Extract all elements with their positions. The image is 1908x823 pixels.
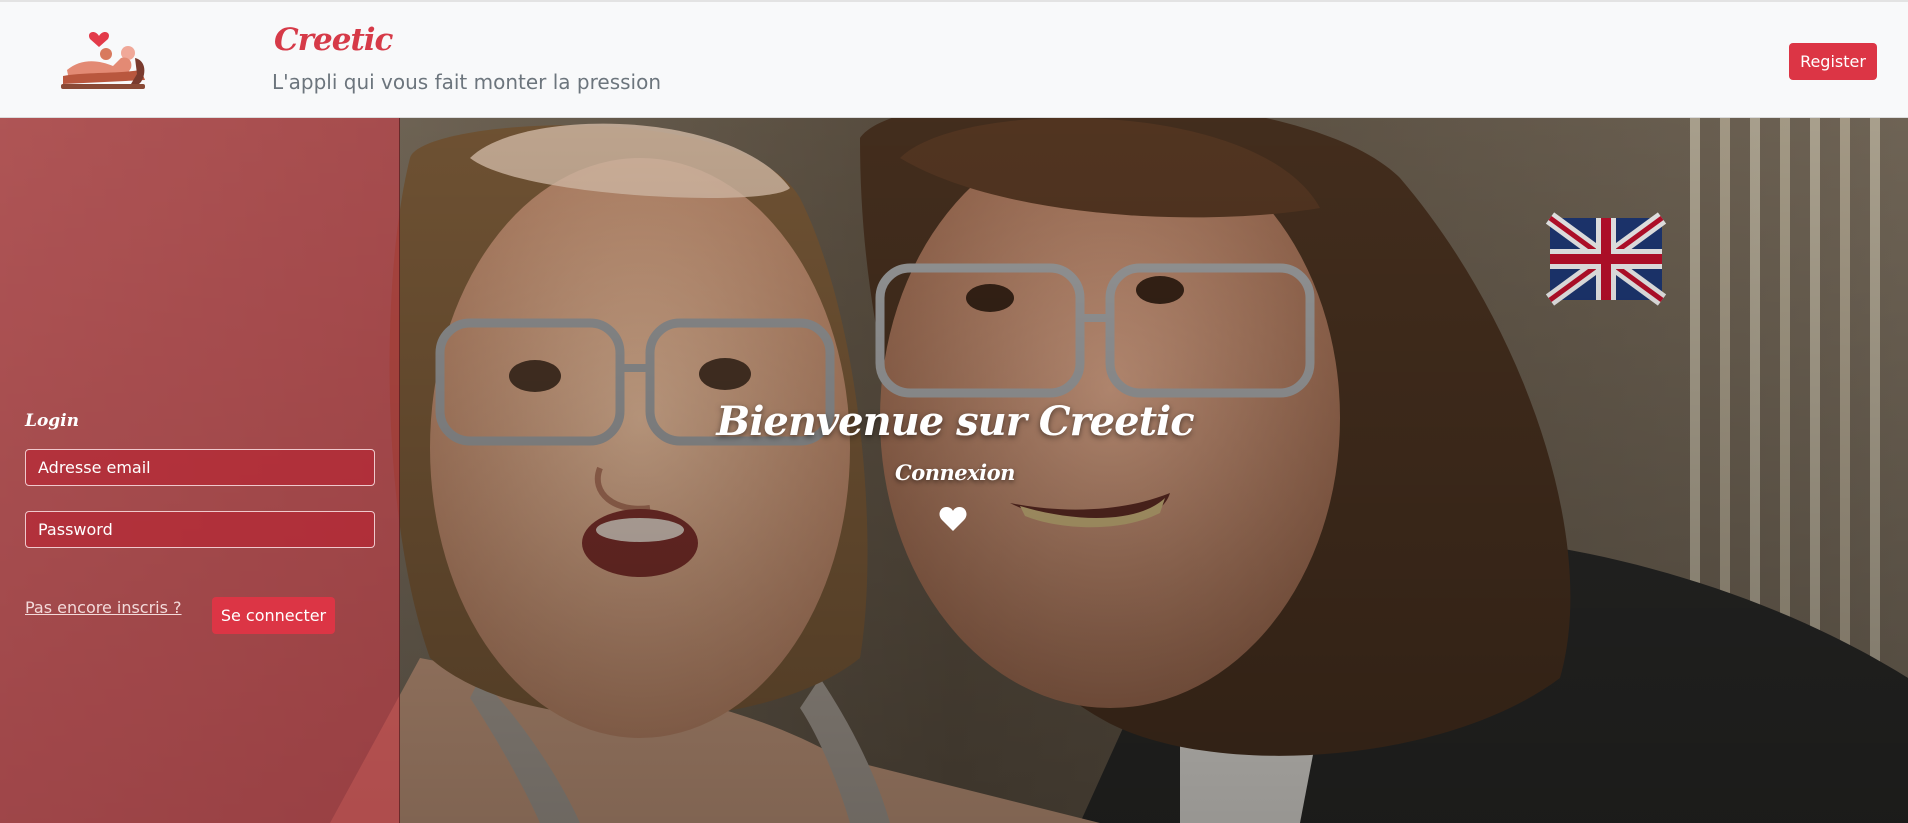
top-navbar: Creetic L'appli qui vous fait monter la … [0, 0, 1908, 118]
email-field[interactable]: Adresse email [25, 449, 375, 486]
register-button[interactable]: Register [1789, 43, 1877, 80]
login-button[interactable]: Se connecter [212, 597, 335, 634]
password-field[interactable]: Password [25, 511, 375, 548]
heart-icon [939, 507, 967, 531]
login-sidebar: Login Adresse email Password Pas encore … [0, 118, 400, 823]
connexion-subtitle: Connexion [895, 460, 1015, 485]
brand-title[interactable]: Creetic [274, 22, 393, 58]
brand-tagline: L'appli qui vous fait monter la pression [272, 70, 662, 94]
welcome-heading: Bienvenue sur Creetic [716, 398, 1194, 445]
hero-section: Login Adresse email Password Pas encore … [0, 118, 1908, 823]
signup-link[interactable]: Pas encore inscris ? [25, 598, 182, 617]
login-title: Login [25, 411, 79, 431]
couple-heart-logo[interactable] [55, 28, 153, 96]
